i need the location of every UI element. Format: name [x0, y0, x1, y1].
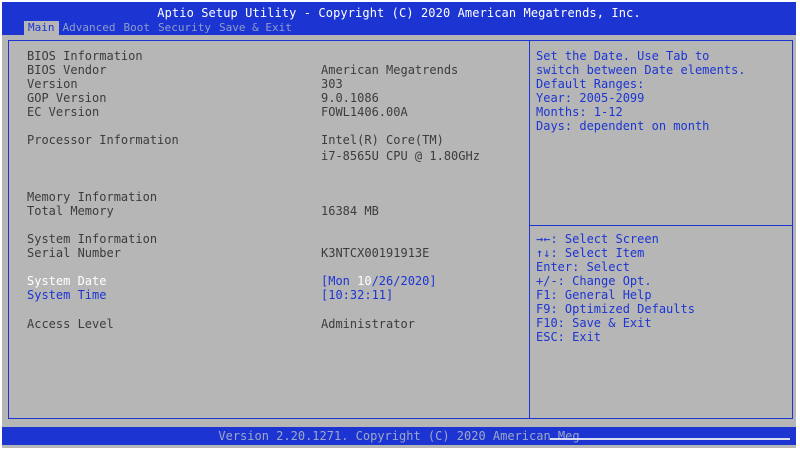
tab-main[interactable]: Main	[24, 21, 59, 35]
version-value: 303	[321, 77, 343, 91]
help-divider	[530, 225, 792, 226]
access-level-value: Administrator	[321, 317, 415, 331]
key-hint-optimized-defaults: F9: Optimized Defaults	[536, 302, 695, 316]
help-description-line: switch between Date elements.	[536, 63, 746, 77]
gop-version-label: GOP Version	[27, 91, 107, 105]
key-hint-select-screen: →←: Select Screen	[536, 232, 659, 246]
help-description-line: Default Ranges:	[536, 77, 645, 91]
footer-bar: Version 2.20.1271. Copyright (C) 2020 Am…	[2, 427, 796, 445]
ec-version-value: FOWL1406.00A	[321, 105, 408, 119]
ec-version-label: EC Version	[27, 105, 100, 119]
bios-info-heading: BIOS Information	[27, 49, 143, 63]
access-level-label: Access Level	[27, 317, 114, 331]
utility-title: Aptio Setup Utility - Copyright (C) 2020…	[157, 6, 641, 20]
processor-label: Processor Information	[27, 133, 179, 147]
memory-info-heading: Memory Information	[27, 190, 158, 204]
help-description-line: Year: 2005-2099	[536, 91, 645, 105]
system-date-month[interactable]: 10	[357, 274, 371, 288]
bios-vendor-label: BIOS Vendor	[27, 63, 107, 77]
help-description-line: Months: 1-12	[536, 105, 623, 119]
title-bar: Aptio Setup Utility - Copyright (C) 2020…	[2, 2, 796, 35]
key-hint-esc: ESC: Exit	[536, 330, 602, 344]
system-info-heading: System Information	[27, 232, 158, 246]
key-hint-enter: Enter: Select	[536, 260, 630, 274]
system-time-field[interactable]: [10:32:11]	[321, 288, 393, 302]
key-hint-select-item: ↑↓: Select Item	[536, 246, 645, 260]
help-panel: Set the Date. Use Tab to switch between …	[529, 40, 793, 419]
key-hint-save-exit: F10: Save & Exit	[536, 316, 652, 330]
serial-number-value: K3NTCX00191913E	[321, 246, 430, 260]
total-memory-value: 16384 MB	[321, 204, 379, 218]
version-label: Version	[27, 77, 78, 91]
menu-tabs: Main Advanced Boot Security Save & Exit	[24, 21, 296, 35]
gop-version-value: 9.0.1086	[321, 91, 379, 105]
main-panel: BIOS Information BIOS Vendor American Me…	[8, 40, 530, 419]
tab-advanced[interactable]: Advanced	[59, 21, 120, 35]
system-time-label[interactable]: System Time	[27, 288, 106, 302]
system-date-suffix: /26/2020]	[371, 274, 437, 288]
version-text: Version 2.20.1271. Copyright (C) 2020 Am…	[218, 429, 580, 443]
serial-number-label: Serial Number	[27, 246, 121, 260]
bios-vendor-value: American Megatrends	[321, 63, 459, 77]
system-date-prefix: [Mon	[321, 274, 358, 288]
tab-security[interactable]: Security	[154, 21, 215, 35]
system-date-field[interactable]: [Mon 10/26/2020]	[321, 274, 437, 288]
system-date-label[interactable]: System Date	[27, 274, 106, 288]
tab-boot[interactable]: Boot	[119, 21, 154, 35]
footer-scroll-indicator	[550, 438, 790, 440]
key-hint-general-help: F1: General Help	[536, 288, 652, 302]
processor-value-line2: i7-8565U CPU @ 1.80GHz	[321, 149, 480, 163]
help-description-line: Set the Date. Use Tab to	[536, 49, 710, 63]
key-hint-change-opt: +/-: Change Opt.	[536, 274, 652, 288]
total-memory-label: Total Memory	[27, 204, 114, 218]
processor-value-line1: Intel(R) Core(TM)	[321, 133, 444, 147]
tab-save-exit[interactable]: Save & Exit	[215, 21, 296, 35]
help-description-line: Days: dependent on month	[536, 119, 710, 133]
